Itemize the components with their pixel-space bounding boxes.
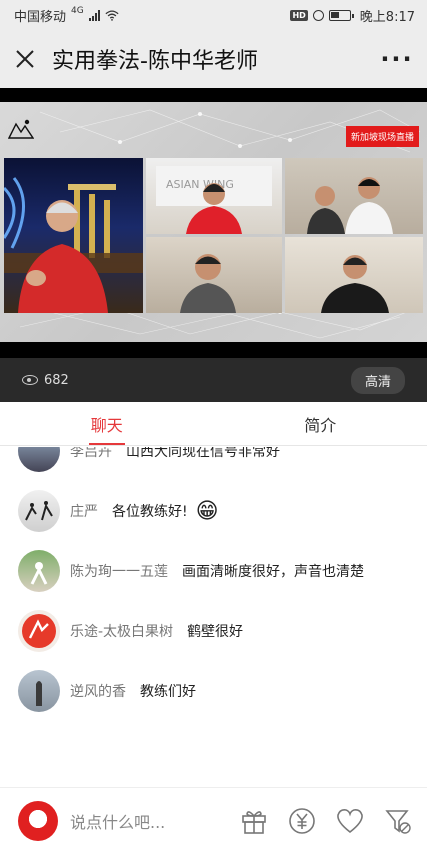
chat-message: 陈为珣一一五莲 画面清晰度很好，声音也清楚 [0,549,427,593]
logo-mark [8,119,34,139]
avatar [18,670,60,712]
chat-nick: 庄严 [70,504,98,520]
tab-chat[interactable]: 聊天 [0,402,214,445]
my-avatar[interactable] [18,800,58,841]
avatar [18,490,60,532]
avatar [18,610,60,652]
video-tile-host [4,158,143,313]
wifi-icon [105,9,119,21]
hd-icon: HD [290,9,308,21]
video-tile-3 [146,237,282,313]
chat-message: 庄严 各位教练好! 😁 [0,489,427,533]
view-count-value: 682 [44,372,69,388]
chat-text: 山西大同现在信号非常好 [126,447,280,460]
composer-bar: 说点什么吧... [0,787,427,853]
reward-button[interactable] [287,806,317,836]
page-title: 实用拳法-陈中华老师 [52,49,258,74]
carrier-label: 中国移动 [14,9,67,25]
heart-icon [337,808,363,833]
grin-emoji: 😁 [195,498,219,524]
battery-icon [328,9,354,21]
network-label: 4G [71,6,84,16]
title-bar: 实用拳法-陈中华老师 ··· [0,30,427,88]
chat-nick: 李吕卉 [70,447,112,460]
video-tile-2 [285,158,423,234]
video-info-bar: 682 高清 [0,358,427,402]
chat-message: 逆风的香 教练们好 [0,669,427,713]
more-button[interactable]: ··· [367,30,427,88]
signal-icon [88,9,100,21]
live-badge: 新加坡现场直播 [345,126,419,147]
chat-text: 画面清晰度很好，声音也清楚 [182,564,364,580]
chat-message: 李吕卉 山西大同现在信号非常好 [0,447,427,473]
gift-icon [242,810,266,834]
video-tile-1: ASIAN WING [146,158,282,234]
like-button[interactable] [335,806,365,836]
clock: 晚上8:17 [359,9,415,25]
video-stage: 新加坡现场直播 ASIAN WING [0,102,427,342]
gift-button[interactable] [239,806,269,836]
filter-button[interactable] [383,806,413,836]
avatar [18,550,60,592]
status-bar: 中国移动 4G HD 晚上8:17 [0,0,427,30]
view-count: 682 [22,373,69,388]
alarm-icon [312,9,324,21]
chat-nick: 乐途-太极白果树 [70,624,174,640]
close-button[interactable] [0,30,50,88]
video-tile-4 [285,237,423,313]
chat-text: 各位教练好! [112,504,188,520]
avatar [18,447,60,472]
chat-nick: 逆风的香 [70,684,126,700]
filter-off-icon [385,809,411,834]
more-icon: ··· [380,45,414,73]
tab-intro[interactable]: 简介 [214,402,427,445]
chat-text: 教练们好 [140,684,196,700]
chat-list[interactable]: 李吕卉 山西大同现在信号非常好 庄严 各位教练好! 😁 陈为珣一一五莲 画面清晰… [0,447,427,787]
chat-message: 乐途-太极白果树 鹤壁很好 [0,609,427,653]
close-icon [16,50,34,68]
chat-nick: 陈为珣一一五莲 [70,564,168,580]
video-player[interactable]: 新加坡现场直播 ASIAN WING [0,88,427,358]
comment-input[interactable]: 说点什么吧... [70,809,210,833]
eye-icon [22,375,38,385]
yuan-icon [289,807,315,834]
quality-button[interactable]: 高清 [350,366,405,394]
tab-bar: 聊天 简介 [0,402,427,446]
chat-text: 鹤壁很好 [187,624,244,640]
